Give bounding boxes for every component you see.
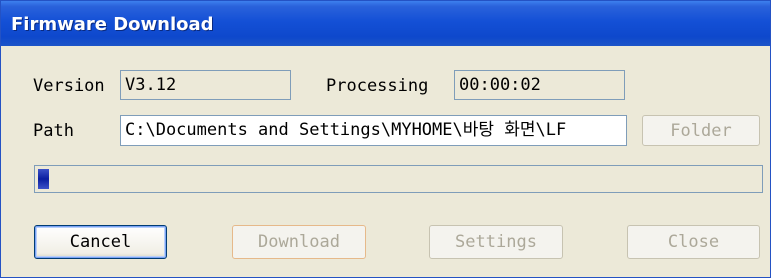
version-label: Version (33, 76, 105, 96)
download-button[interactable]: Download (232, 225, 366, 259)
firmware-download-dialog: Firmware Download Version V3.12 Processi… (0, 0, 771, 278)
version-field: V3.12 (120, 70, 291, 100)
download-progress-bar (34, 165, 763, 193)
processing-label: Processing (326, 76, 429, 96)
window-title: Firmware Download (11, 14, 214, 35)
progress-fill (38, 169, 49, 189)
cancel-button[interactable]: Cancel (34, 225, 167, 259)
path-label: Path (33, 121, 74, 141)
processing-time-field: 00:00:02 (454, 70, 625, 100)
title-bar[interactable]: Firmware Download (1, 1, 770, 46)
path-input[interactable]: C:\Documents and Settings\MYHOME\바탕 화면\L… (120, 115, 627, 146)
settings-button[interactable]: Settings (429, 225, 563, 259)
folder-button[interactable]: Folder (642, 115, 760, 146)
close-button[interactable]: Close (627, 225, 760, 259)
